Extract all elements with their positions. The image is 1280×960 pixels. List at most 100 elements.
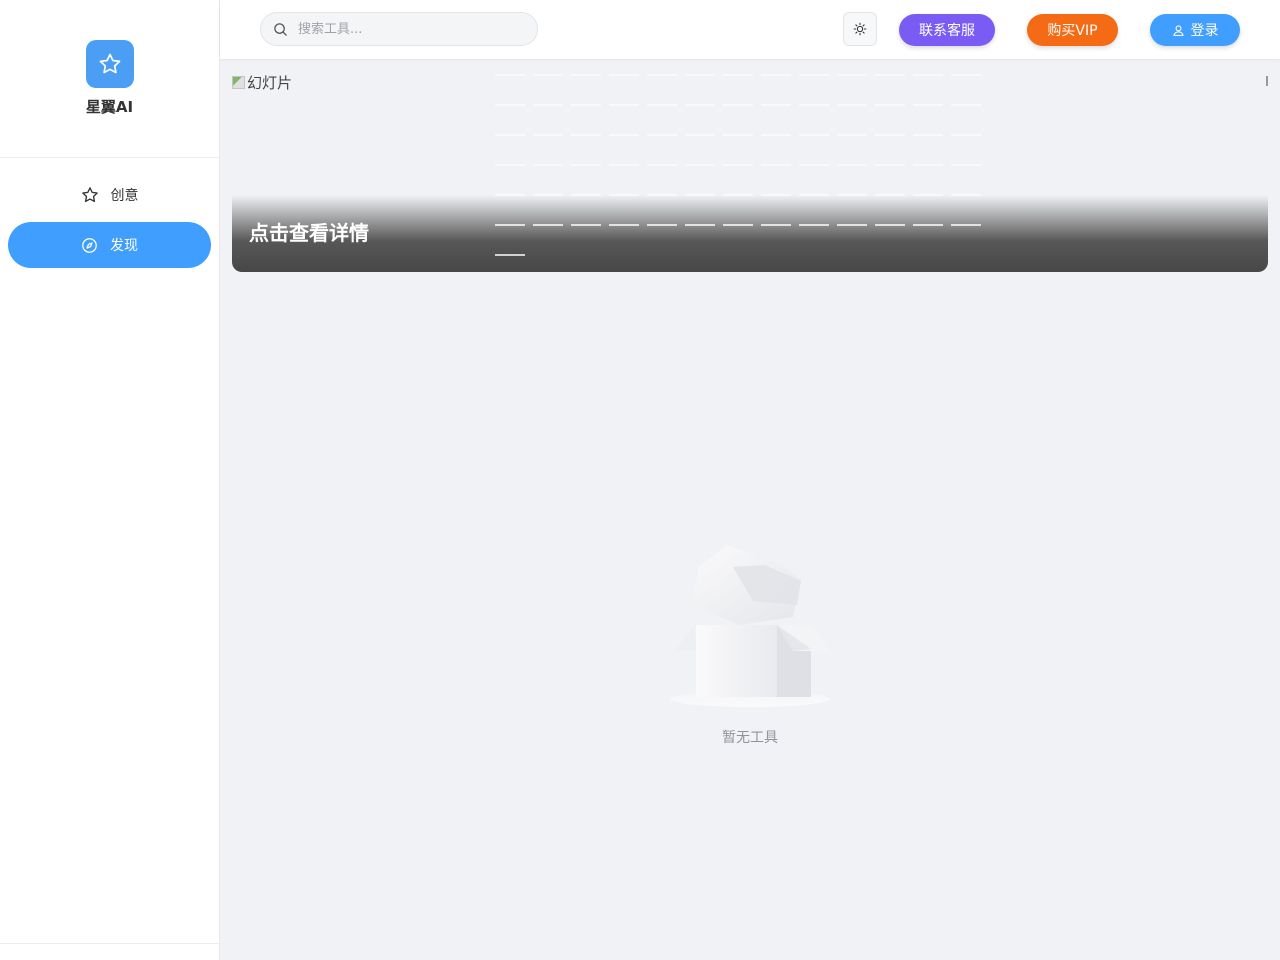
indicator-dash	[799, 194, 829, 196]
indicator-dash	[533, 194, 563, 196]
indicator-dash	[799, 134, 829, 136]
indicator-dash	[761, 104, 791, 106]
sidebar: 星翼AI 创意 发现	[0, 0, 220, 960]
indicator-dash	[495, 74, 525, 76]
indicator-dash	[837, 104, 867, 106]
indicator-dash	[913, 164, 943, 166]
indicator-dash	[875, 134, 905, 136]
indicator-dash	[761, 224, 791, 226]
indicator-dash	[875, 194, 905, 196]
indicator-dash	[647, 74, 677, 76]
contact-service-button[interactable]: 联系客服	[899, 14, 995, 46]
search-input[interactable]	[296, 20, 520, 38]
indicator-dash	[495, 164, 525, 166]
indicator-dash	[799, 224, 829, 226]
indicator-dash	[609, 194, 639, 196]
sidebar-item-label: 发现	[110, 238, 138, 254]
sun-icon	[853, 22, 867, 36]
empty-state-text: 暂无工具	[722, 730, 778, 746]
indicator-dash	[685, 224, 715, 226]
banner-caption[interactable]: 点击查看详情	[249, 217, 369, 246]
banner-gradient	[232, 195, 1268, 272]
sidebar-divider	[0, 157, 219, 158]
indicator-dash	[571, 134, 601, 136]
indicator-dash	[495, 194, 525, 196]
indicator-dash	[495, 104, 525, 106]
indicator-dash	[951, 104, 981, 106]
star-icon	[99, 53, 121, 74]
indicator-dash	[647, 104, 677, 106]
indicator-dash	[571, 224, 601, 226]
indicator-dash	[685, 194, 715, 196]
logo[interactable]	[86, 40, 134, 88]
indicator-dash	[723, 134, 753, 136]
indicator-dash	[951, 224, 981, 226]
indicator-dash	[571, 74, 601, 76]
indicator-dash	[685, 74, 715, 76]
indicator-dash	[913, 194, 943, 196]
banner-next-edge	[1266, 76, 1268, 86]
indicator-dash	[913, 134, 943, 136]
indicator-dash	[685, 134, 715, 136]
login-button[interactable]: 登录	[1150, 14, 1240, 46]
indicator-dash	[609, 224, 639, 226]
indicator-dash	[609, 104, 639, 106]
indicator-dash	[647, 224, 677, 226]
banner-carousel[interactable]: 幻灯片 点击查看详情	[232, 70, 1268, 272]
compass-icon	[81, 237, 98, 254]
empty-box-illustration	[670, 545, 830, 707]
star-icon	[81, 186, 99, 204]
indicator-dash	[837, 194, 867, 196]
indicator-dash	[533, 74, 563, 76]
sidebar-bottom-divider	[0, 943, 219, 944]
search-box[interactable]	[260, 12, 538, 46]
indicator-dash	[951, 164, 981, 166]
indicator-dash	[913, 74, 943, 76]
indicator-dash	[723, 74, 753, 76]
theme-toggle-button[interactable]	[843, 12, 877, 46]
indicator-dash	[799, 104, 829, 106]
indicator-dash	[837, 164, 867, 166]
banner-image[interactable]: 幻灯片	[232, 72, 292, 93]
indicator-dash	[799, 164, 829, 166]
indicator-dash	[609, 164, 639, 166]
sidebar-item-discover[interactable]: 发现	[8, 222, 211, 268]
indicator-dash	[723, 104, 753, 106]
indicator-dash	[875, 104, 905, 106]
sidebar-item-creative[interactable]: 创意	[8, 172, 211, 218]
login-label: 登录	[1190, 23, 1219, 39]
indicator-dash	[799, 74, 829, 76]
search-icon	[274, 22, 287, 36]
indicator-dash	[533, 224, 563, 226]
indicator-dash	[647, 194, 677, 196]
indicator-dash	[723, 224, 753, 226]
indicator-dash	[761, 194, 791, 196]
indicator-dash	[571, 164, 601, 166]
indicator-dash	[647, 164, 677, 166]
indicator-dash	[761, 74, 791, 76]
indicator-dash	[647, 134, 677, 136]
indicator-dash	[913, 224, 943, 226]
buy-vip-button[interactable]: 购买VIP	[1027, 14, 1118, 46]
indicator-dash	[571, 104, 601, 106]
indicator-dash	[685, 164, 715, 166]
indicator-dash	[875, 164, 905, 166]
indicator-dash	[837, 224, 867, 226]
indicator-dash	[761, 164, 791, 166]
indicator-dash	[837, 74, 867, 76]
indicator-dash	[495, 224, 525, 226]
indicator-dash	[533, 134, 563, 136]
indicator-dash	[913, 104, 943, 106]
indicator-dash	[723, 194, 753, 196]
indicator-dash	[495, 254, 525, 256]
indicator-dash	[723, 164, 753, 166]
indicator-dash	[875, 224, 905, 226]
indicator-dash	[533, 164, 563, 166]
indicator-dash	[495, 134, 525, 136]
indicator-dash	[837, 134, 867, 136]
indicator-dash	[533, 104, 563, 106]
banner-image-alt: 幻灯片	[247, 74, 293, 92]
brand-name: 星翼AI	[85, 98, 134, 116]
broken-image-icon	[232, 76, 245, 89]
indicator-dash	[951, 74, 981, 76]
